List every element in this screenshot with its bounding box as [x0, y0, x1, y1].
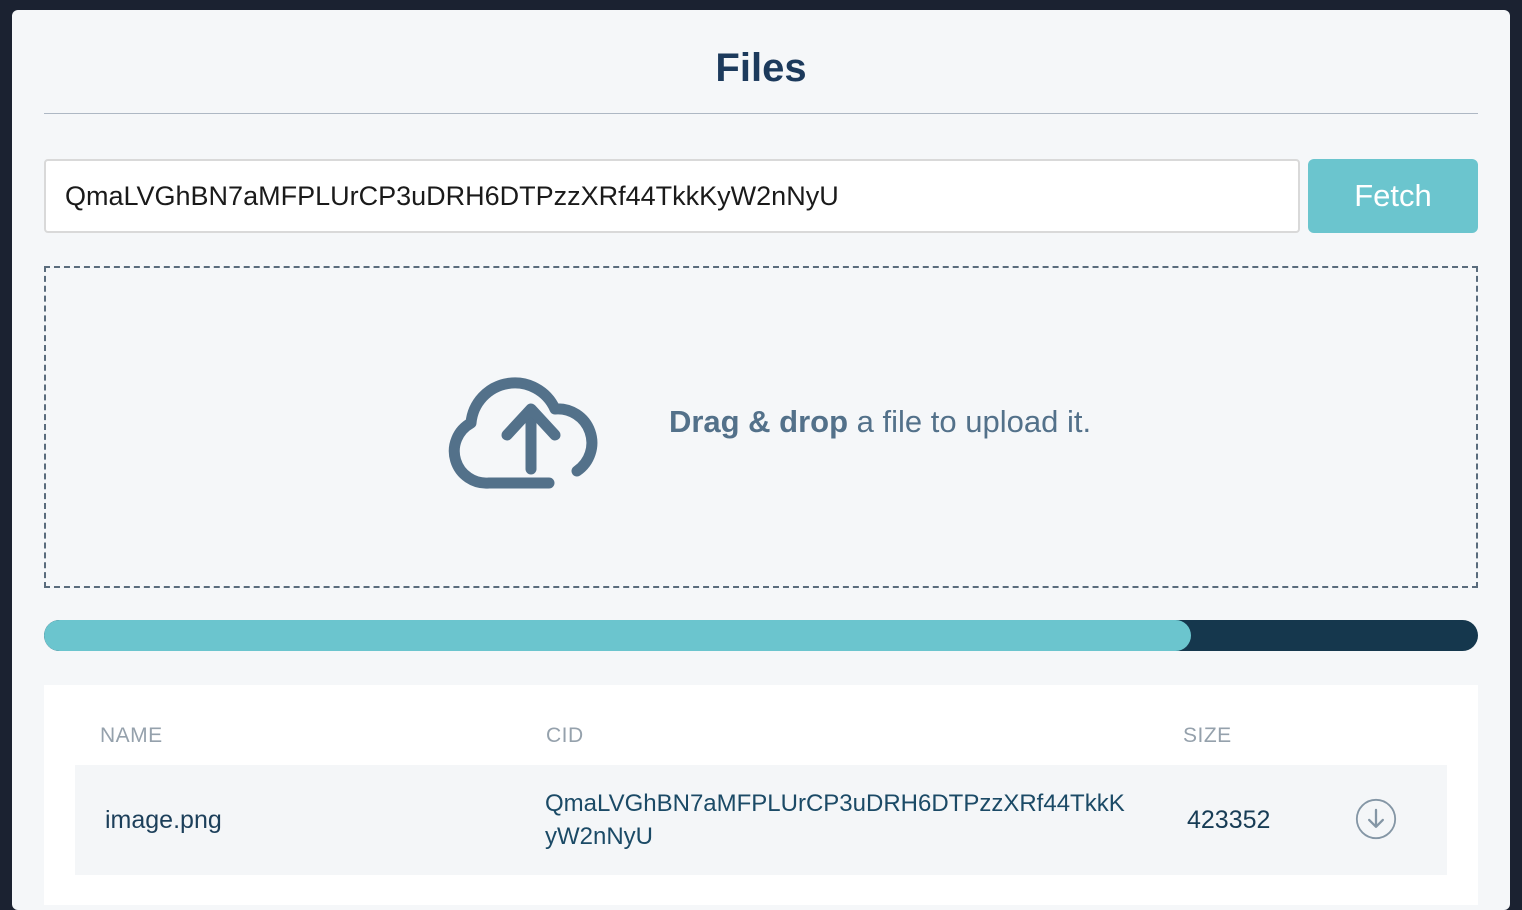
page-content: Files Fetch Drag & drop a file to upload…: [12, 46, 1510, 905]
upload-cloud-icon: [431, 345, 631, 510]
files-table-card: NAME CID SIZE image.png QmaLVGhBN7aMFPLU…: [44, 685, 1478, 905]
download-icon: [1355, 798, 1397, 843]
file-name: image.png: [105, 806, 545, 835]
file-actions: [1335, 798, 1417, 842]
upload-progress-bar: [44, 620, 1478, 651]
dropzone-label-rest: a file to upload it.: [848, 404, 1091, 439]
column-header-size: SIZE: [1140, 724, 1330, 748]
file-dropzone[interactable]: Drag & drop a file to upload it.: [44, 266, 1478, 588]
files-page-card: Files Fetch Drag & drop a file to upload…: [12, 10, 1510, 910]
dropzone-label: Drag & drop a file to upload it.: [669, 404, 1091, 450]
fetch-button[interactable]: Fetch: [1308, 159, 1478, 233]
table-row: image.png QmaLVGhBN7aMFPLUrCP3uDRH6DTPzz…: [75, 765, 1447, 875]
column-header-cid: CID: [540, 724, 1140, 748]
progress-fill: [44, 620, 1191, 651]
cid-input[interactable]: [44, 159, 1300, 233]
file-size: 423352: [1145, 806, 1335, 835]
title-divider: [44, 113, 1478, 114]
fetch-bar: Fetch: [44, 159, 1478, 233]
page-title: Files: [44, 46, 1478, 91]
file-cid: QmaLVGhBN7aMFPLUrCP3uDRH6DTPzzXRf44TkkKy…: [545, 787, 1130, 853]
column-header-name: NAME: [100, 724, 540, 748]
table-header-row: NAME CID SIZE: [44, 707, 1478, 765]
dropzone-label-bold: Drag & drop: [669, 404, 848, 439]
download-button[interactable]: [1354, 798, 1398, 842]
